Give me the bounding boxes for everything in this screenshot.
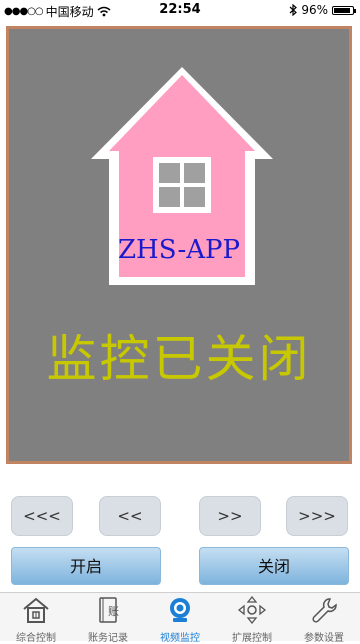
camera-icon (170, 598, 190, 622)
tab-extended-control[interactable]: 扩展控制 (216, 593, 288, 644)
tab-label: 综合控制 (16, 633, 56, 644)
tab-label: 扩展控制 (232, 633, 272, 644)
status-right: 96% (289, 3, 356, 17)
monitor-status-text: 监控已关闭 (46, 330, 312, 388)
close-button[interactable]: 关闭 (199, 547, 349, 585)
tab-general-control[interactable]: 综合控制 (0, 593, 72, 644)
tab-account-records[interactable]: 账 账务记录 (72, 593, 144, 644)
ledger-icon: 账 (99, 597, 119, 623)
move-arrows-icon (237, 595, 267, 625)
tab-label: 账务记录 (88, 633, 128, 644)
video-view: ZHS-APP 监控已关闭 (9, 29, 349, 461)
battery-percent: 96% (301, 3, 328, 17)
tab-bar: 综合控制 账 账务记录 视频监控 扩展控制 参数设置 (0, 592, 360, 644)
svg-text:账: 账 (108, 605, 119, 618)
bluetooth-icon (289, 4, 298, 16)
wrench-icon (312, 598, 337, 623)
battery-icon (332, 5, 356, 15)
logo-text: ZHS-APP (117, 235, 241, 265)
tab-label: 视频监控 (160, 633, 200, 644)
fast-back-button[interactable]: <<< (11, 496, 73, 536)
home-icon (23, 597, 49, 623)
fast-forward-button[interactable]: >>> (286, 496, 348, 536)
forward-button[interactable]: >> (199, 496, 261, 536)
video-frame: ZHS-APP 监控已关闭 (6, 26, 352, 464)
tab-label: 参数设置 (304, 633, 344, 644)
tab-video-monitor[interactable]: 视频监控 (144, 593, 216, 644)
tab-parameter-settings[interactable]: 参数设置 (288, 593, 360, 644)
back-button[interactable]: << (99, 496, 161, 536)
open-button[interactable]: 开启 (11, 547, 161, 585)
status-bar: ●●●○○ 中国移动 22:54 96% (0, 0, 360, 20)
